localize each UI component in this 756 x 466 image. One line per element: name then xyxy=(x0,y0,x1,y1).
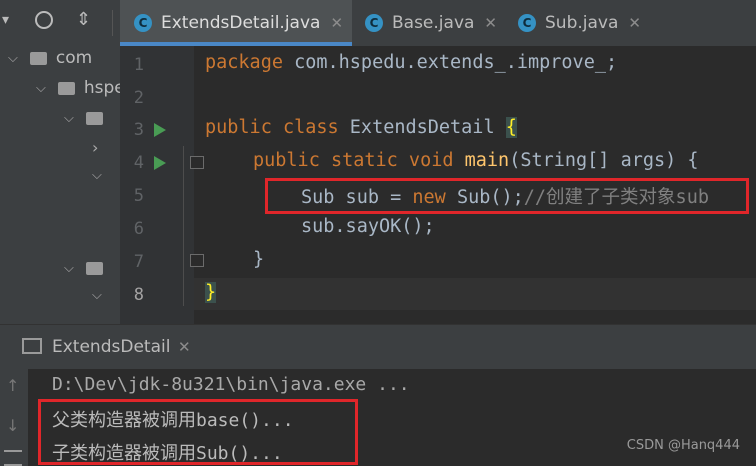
folder-icon xyxy=(29,51,47,65)
line-number: 4 xyxy=(133,153,144,173)
close-icon[interactable]: ✕ xyxy=(628,14,641,32)
fold-guide xyxy=(183,146,184,306)
matched-brace: { xyxy=(505,117,517,138)
keyword: package xyxy=(205,52,283,73)
arrow-up-icon[interactable]: ↑ xyxy=(6,376,19,395)
chevron-right-icon[interactable]: › xyxy=(92,138,98,157)
line-number: 5 xyxy=(133,186,144,206)
line-number: 8 xyxy=(133,285,144,305)
tree-item-com[interactable]: ⌵ com xyxy=(8,48,92,68)
method-name: main xyxy=(464,150,510,171)
tab-extendsdetail[interactable]: C ExtendsDetail.java ✕ xyxy=(120,0,352,46)
folder-icon xyxy=(57,81,75,95)
tab-label: Base.java xyxy=(392,13,475,33)
run-toolbar: ↑ ↓ xyxy=(0,368,28,466)
chevron-down-icon[interactable]: ⌵ xyxy=(92,288,102,303)
code-line-7: } xyxy=(253,249,264,270)
run-tab-title[interactable]: ExtendsDetail xyxy=(52,337,170,357)
highlight-box-code xyxy=(265,178,749,214)
line-number: 7 xyxy=(133,252,144,272)
tab-label: ExtendsDetail.java xyxy=(161,13,321,33)
closing-brace: } xyxy=(253,249,265,270)
method-call: sub.sayOK(); xyxy=(301,216,435,237)
project-toolbar: ▾ ⇕ xyxy=(0,0,120,46)
fold-marker-icon[interactable] xyxy=(190,156,204,169)
code-line-4: public static void main(String[] args) { xyxy=(253,150,699,171)
line-number: 6 xyxy=(133,219,144,239)
chevron-down-icon[interactable]: ⌵ xyxy=(92,168,102,183)
run-arrow-icon[interactable] xyxy=(154,156,166,170)
divider xyxy=(112,10,113,36)
class-icon: C xyxy=(134,14,152,32)
code-line-8: } xyxy=(205,282,217,303)
code-line-1: package com.hspedu.extends_.improve_; xyxy=(205,52,617,73)
tree-item-folder[interactable]: ⌵ xyxy=(64,258,103,278)
close-icon[interactable]: ✕ xyxy=(330,14,343,32)
code-line-6: sub.sayOK(); xyxy=(301,216,435,237)
console-icon xyxy=(22,338,42,354)
keyword: public class xyxy=(205,117,339,138)
chevron-down-icon[interactable]: ⌵ xyxy=(8,51,18,66)
run-arrow-icon[interactable] xyxy=(154,123,166,137)
chevron-down-icon[interactable]: ⌵ xyxy=(64,261,74,276)
class-name: ExtendsDetail xyxy=(338,117,506,138)
watermark: CSDN @Hanq444 xyxy=(626,438,740,453)
matched-brace: } xyxy=(205,282,217,303)
run-tab-header: ExtendsDetail ✕ xyxy=(0,324,756,369)
close-icon[interactable]: ✕ xyxy=(178,338,191,356)
folder-icon xyxy=(85,261,103,275)
editor-tabs: C ExtendsDetail.java ✕ C Base.java ✕ C S… xyxy=(120,0,756,47)
tree-item-label: hspedu xyxy=(83,78,120,98)
line-number: 1 xyxy=(133,55,144,75)
chevron-down-icon[interactable]: ⌵ xyxy=(36,81,46,96)
current-line-highlight xyxy=(194,278,756,310)
highlight-box-output xyxy=(38,399,358,465)
project-tool-window: ▾ ⇕ ⌵ com ⌵ hspedu ⌵ › ⌵ ⌵ ⌵ xyxy=(0,0,120,324)
tree-item-label: com xyxy=(55,48,93,68)
tab-label: Sub.java xyxy=(545,13,619,33)
tree-item-folder[interactable]: ⌵ xyxy=(64,108,103,128)
arrow-down-icon[interactable]: ↓ xyxy=(6,416,19,435)
tab-sub[interactable]: C Sub.java ✕ xyxy=(518,0,641,46)
close-icon[interactable]: ✕ xyxy=(484,14,497,32)
line-number: 3 xyxy=(133,120,144,140)
command-line: D:\Dev\jdk-8u321\bin\java.exe ... xyxy=(52,374,410,395)
class-icon: C xyxy=(365,14,383,32)
keyword: public static void xyxy=(253,150,454,171)
folder-icon xyxy=(85,111,103,125)
chevron-down-icon[interactable]: ⌵ xyxy=(64,111,74,126)
line-number: 2 xyxy=(133,88,144,108)
class-icon: C xyxy=(518,14,536,32)
tab-base[interactable]: C Base.java ✕ xyxy=(365,0,497,46)
dropdown-arrow-icon[interactable]: ▾ xyxy=(2,12,9,28)
params: (String[] args) { xyxy=(509,150,699,171)
tree-item-hspedu[interactable]: ⌵ hspedu xyxy=(36,78,120,98)
package-name: com.hspedu.extends_.improve_; xyxy=(282,52,618,73)
code-line-3: public class ExtendsDetail { xyxy=(205,117,517,138)
collapse-all-icon[interactable]: ⇕ xyxy=(76,9,91,30)
locate-target-icon[interactable] xyxy=(35,11,53,29)
fold-marker-icon[interactable] xyxy=(190,254,204,267)
wrap-icon[interactable] xyxy=(4,450,22,466)
